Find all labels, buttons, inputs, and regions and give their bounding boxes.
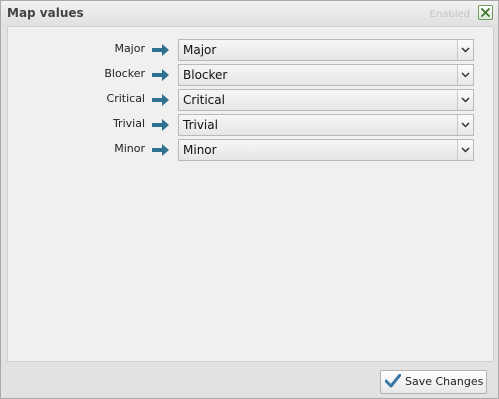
arrow-right-icon xyxy=(152,44,169,56)
save-changes-label: Save Changes xyxy=(405,375,484,388)
mapping-row: Blocker Blocker xyxy=(8,64,493,86)
source-value-label: Major xyxy=(114,42,145,55)
chevron-down-icon xyxy=(461,72,470,78)
save-changes-button[interactable]: Save Changes xyxy=(380,370,487,394)
close-icon xyxy=(481,8,490,17)
mapping-row: Major Major xyxy=(8,39,493,61)
target-value-select[interactable]: Blocker xyxy=(178,64,474,86)
dropdown-button[interactable] xyxy=(457,115,473,135)
checkmark-icon xyxy=(385,374,401,388)
chevron-down-icon xyxy=(461,97,470,103)
arrow-right-icon xyxy=(152,94,169,106)
dropdown-button[interactable] xyxy=(457,90,473,110)
target-value-text: Trivial xyxy=(183,118,218,132)
target-value-select[interactable]: Critical xyxy=(178,89,474,111)
chevron-down-icon xyxy=(461,147,470,153)
mapping-panel: Major Major Blocker Blocker Critical Cri… xyxy=(7,26,494,362)
enabled-status: Enabled xyxy=(429,9,470,20)
source-value-label: Trivial xyxy=(112,117,145,130)
dropdown-button[interactable] xyxy=(457,65,473,85)
source-value-label: Minor xyxy=(114,142,145,155)
target-value-select[interactable]: Minor xyxy=(178,139,474,161)
chevron-down-icon xyxy=(461,47,470,53)
arrow-right-icon xyxy=(152,69,169,81)
close-button[interactable] xyxy=(478,5,493,20)
mapping-row: Trivial Trivial xyxy=(8,114,493,136)
dialog-titlebar: Map values Enabled xyxy=(1,1,498,26)
arrow-right-icon xyxy=(152,144,169,156)
target-value-select[interactable]: Major xyxy=(178,39,474,61)
arrow-right-icon xyxy=(152,119,169,131)
source-value-label: Blocker xyxy=(104,67,145,80)
dialog-title: Map values xyxy=(7,6,84,20)
mapping-row: Critical Critical xyxy=(8,89,493,111)
dropdown-button[interactable] xyxy=(457,40,473,60)
mapping-row: Minor Minor xyxy=(8,139,493,161)
target-value-select[interactable]: Trivial xyxy=(178,114,474,136)
target-value-text: Critical xyxy=(183,93,225,107)
target-value-text: Blocker xyxy=(183,68,228,82)
map-values-dialog: Map values Enabled Major Major Blocker B… xyxy=(0,0,499,399)
dropdown-button[interactable] xyxy=(457,140,473,160)
target-value-text: Major xyxy=(183,43,217,57)
source-value-label: Critical xyxy=(106,92,145,105)
target-value-text: Minor xyxy=(183,143,217,157)
chevron-down-icon xyxy=(461,122,470,128)
